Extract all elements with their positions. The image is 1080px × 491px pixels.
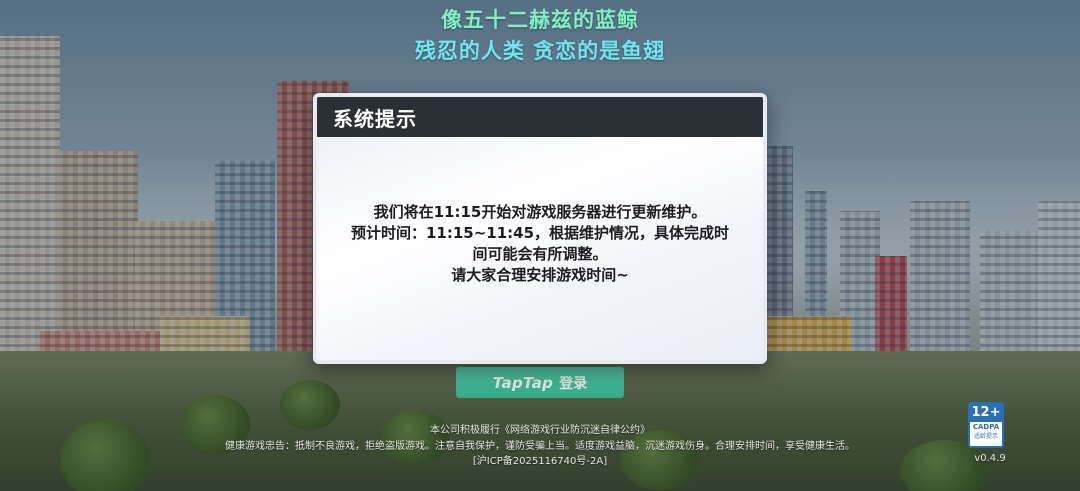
version-label: v0.4.9 [974,453,1006,464]
age-rating-org: CADPA [972,423,1000,431]
dialog-title: 系统提示 [333,106,417,131]
age-rating-tip: 适龄提示 [973,433,998,440]
health-advice-text: 健康游戏忠告：抵制不良游戏，拒绝盗版游戏。注意自我保护，谨防受骗上当。适度游戏益… [225,441,855,452]
notice-line: 请大家合理安排游戏时间~ [451,265,629,284]
age-rating-value: 12+ [970,404,1002,422]
dialog-body: 我们将在11:15开始对游戏服务器进行更新维护。 预计时间：11:15~11:4… [317,137,763,360]
login-label: 登录 [559,375,588,392]
system-notice-dialog: 系统提示 我们将在11:15开始对游戏服务器进行更新维护。 预计时间：11:15… [313,93,767,364]
age-rating-badge[interactable]: 12+ CADPA 适龄提示 [968,402,1004,448]
taptap-login-button[interactable]: TapTap 登录 [456,367,624,398]
slogan-line-2: 残忍的人类 贪恋的是鱼翅 [414,39,666,63]
notice-line: 我们将在11:15开始对游戏服务器进行更新维护。 [373,202,707,221]
notice-line: 间可能会有所调整。 [472,244,608,263]
taptap-logo: TapTap [492,373,554,392]
slogan-line-1: 像五十二赫兹的蓝鲸 [441,8,639,32]
compliance-text: 本公司积极履行《网络游戏行业防沉迷自律公约》 [430,425,650,436]
notice-line: 预计时间：11:15~11:45，根据维护情况，具体完成时 [350,223,730,242]
dialog-header: 系统提示 [317,97,763,137]
icp-text: [沪ICP备2025116740号-2A] [472,456,608,467]
